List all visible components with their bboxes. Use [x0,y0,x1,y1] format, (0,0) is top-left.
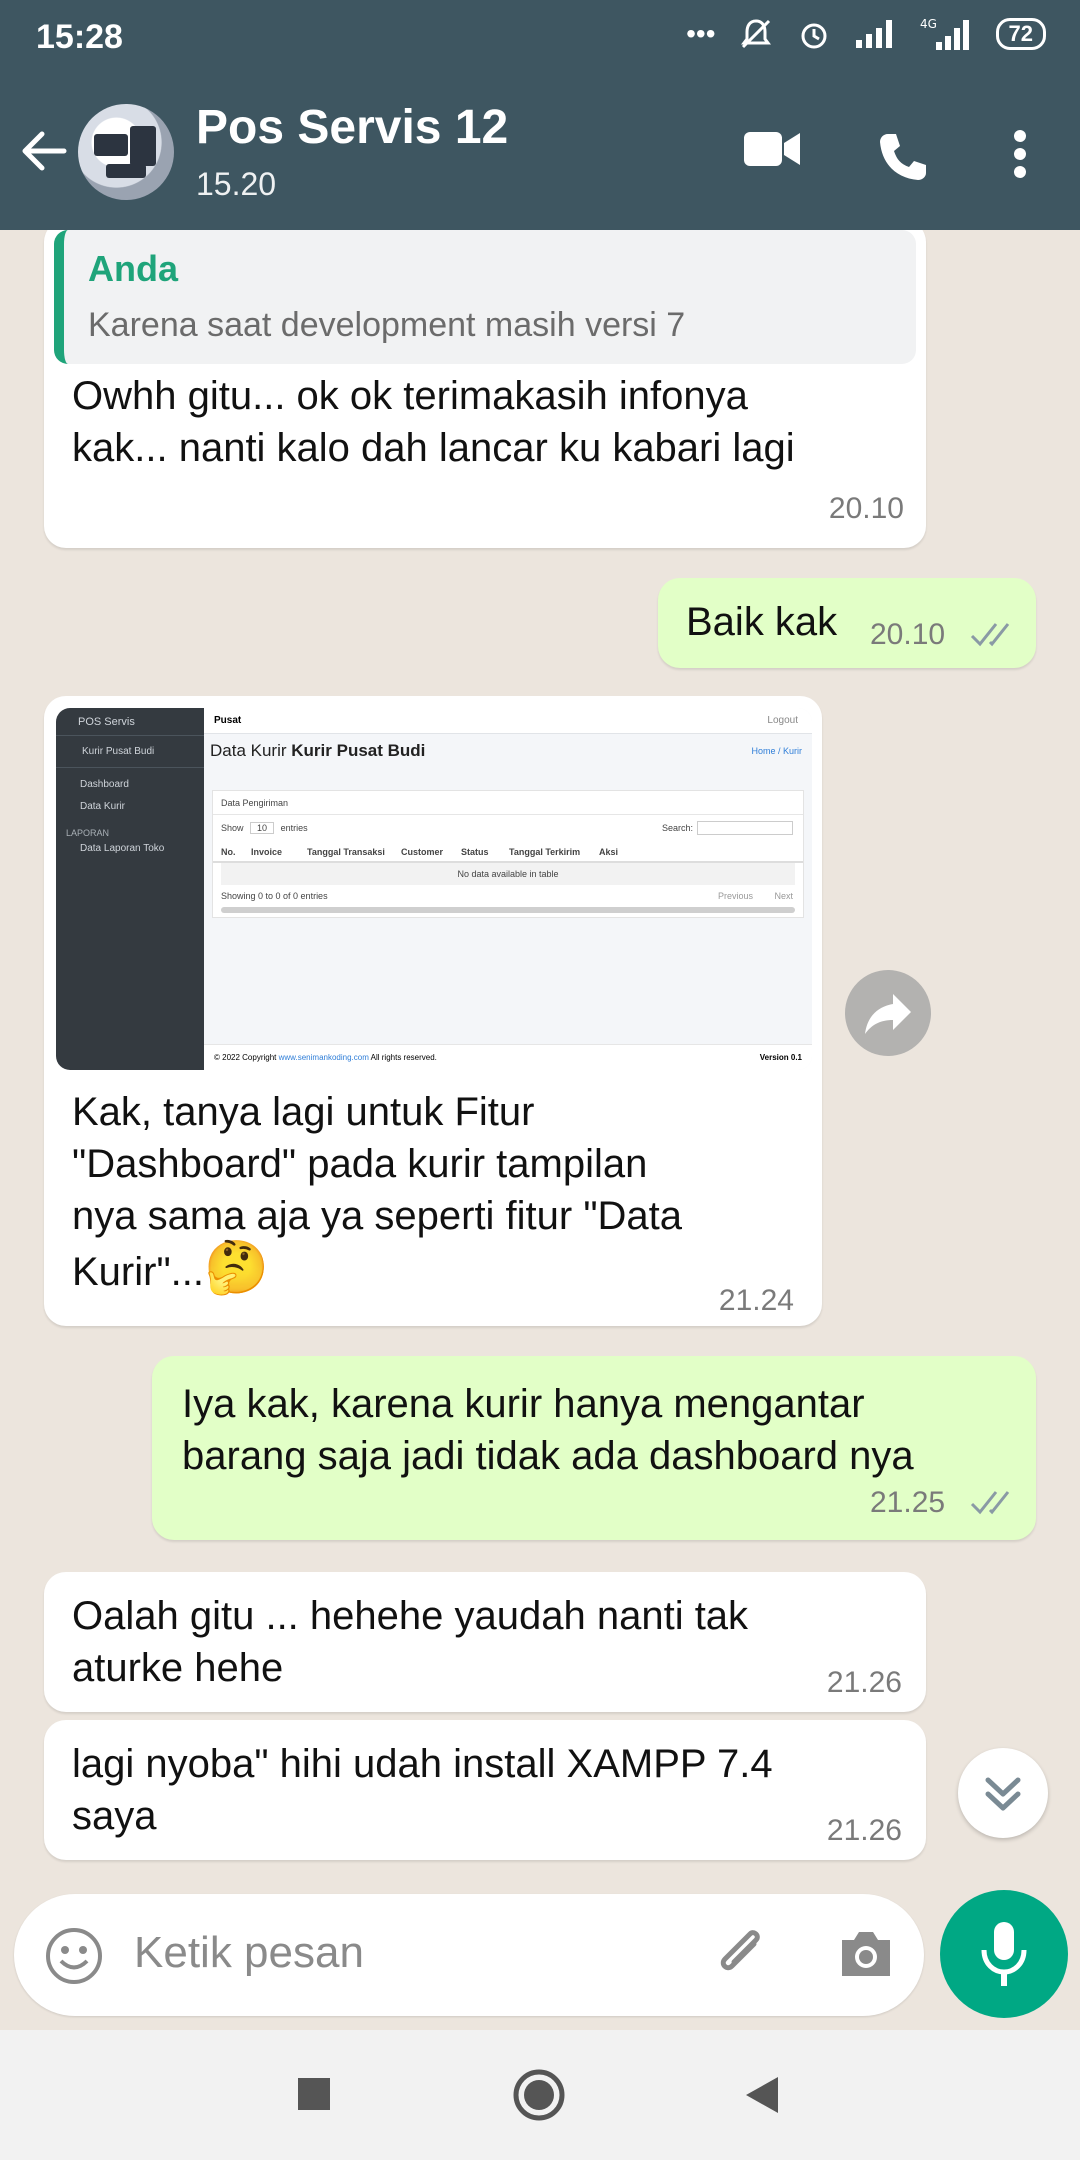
avatar[interactable] [78,104,174,200]
quote-author: Anda [88,248,178,289]
message-bubble-incoming[interactable]: lagi nyoba" hihi udah install XAMPP 7.4 … [44,1720,926,1860]
message-bubble-outgoing[interactable]: Baik kak 20.10 [658,578,1036,668]
video-call-icon[interactable] [742,126,802,172]
message-text: Kak, tanya lagi untuk Fitur "Dashboard" … [72,1090,683,1297]
preview-menu-item: Data Kurir [80,801,126,812]
preview-sidebar: POS Servis Kurir Pusat Budi Dashboard Da… [56,708,204,1070]
last-seen: 15.20 [196,166,277,202]
preview-report-item: Data Laporan Toko [80,843,165,854]
home-icon[interactable] [512,2068,566,2122]
message-input[interactable]: Ketik pesan [134,1928,364,1978]
image-attachment[interactable]: POS Servis Kurir Pusat Budi Dashboard Da… [56,708,812,1070]
more-options-icon[interactable] [1008,128,1032,180]
preview-main: Pusat Logout Data Kurir Kurir Pusat Budi… [204,708,812,1070]
message-text: Baik kak [686,600,838,644]
status-icons: ••• 4G 72 [686,16,1046,52]
message-text: lagi nyoba" hihi udah install XAMPP 7.4 … [72,1742,773,1838]
more-notifications-icon: ••• [686,18,716,49]
voice-message-button[interactable] [940,1890,1068,2018]
message-time: 21.25 [870,1486,946,1519]
message-bubble-incoming-image[interactable]: POS Servis Kurir Pusat Budi Dashboard Da… [44,696,822,1326]
battery-indicator: 72 [995,18,1046,50]
preview-menu-item: Dashboard [80,779,129,790]
scroll-to-bottom-button[interactable] [958,1748,1048,1838]
attach-icon[interactable] [712,1924,774,1986]
message-time: 20.10 [870,618,946,651]
preview-title: Data Kurir Kurir Pusat Budi Home / Kurir [210,741,802,760]
contact-name[interactable]: Pos Servis 12 [196,100,508,155]
alarm-icon [801,23,827,49]
mute-icon [740,19,771,49]
recents-icon[interactable] [296,2076,332,2112]
quoted-message[interactable]: Anda Karena saat development masih versi… [54,230,916,364]
message-time: 21.26 [826,1666,902,1699]
preview-section: LAPORAN [66,828,110,838]
message-time: 21.24 [718,1284,794,1317]
read-receipt-icon [970,623,1010,647]
voice-call-icon[interactable] [876,130,930,184]
message-text: Oalah gitu ... hehehe yaudah nanti tak a… [72,1594,749,1690]
chat-area[interactable]: Anda Karena saat development masih versi… [0,230,1080,1880]
forward-icon [865,994,911,1034]
message-text: Owhh gitu... ok ok terimakasih infonya k… [72,374,795,470]
svg-text:4G: 4G [920,17,937,31]
system-navigation-bar [0,2030,1080,2160]
app-header: 15:28 ••• 4G 72 Pos Servis 12 15.20 [0,0,1080,230]
back-arrow-icon[interactable] [18,125,70,177]
emoji-icon[interactable] [44,1926,104,1986]
preview-user: Kurir Pusat Budi [56,736,204,768]
status-time: 15:28 [36,18,123,56]
back-nav-icon[interactable] [742,2074,782,2116]
message-bubble-outgoing[interactable]: Iya kak, karena kurir hanya mengantar ba… [152,1356,1036,1540]
message-time: 21.26 [826,1814,902,1847]
message-bubble-incoming[interactable]: Oalah gitu ... hehehe yaudah nanti tak a… [44,1572,926,1712]
preview-brand: POS Servis [56,708,204,736]
message-text: Iya kak, karena kurir hanya mengantar ba… [182,1382,914,1478]
quote-text: Karena saat development masih versi 7 [88,306,686,344]
camera-icon[interactable] [836,1926,896,1982]
signal-4g-icon: 4G [920,17,969,50]
signal-icon [855,20,892,48]
thinking-emoji: 🤔 [204,1239,269,1297]
preview-table-card: Data Pengiriman Show 10 entries Search: … [212,790,804,918]
read-receipt-icon [970,1491,1010,1515]
forward-button[interactable] [845,970,931,1056]
preview-footer: © 2022 Copyright www.senimankoding.com A… [204,1044,812,1070]
microphone-icon [981,1922,1027,1986]
message-bubble-incoming[interactable]: Anda Karena saat development masih versi… [44,230,926,548]
preview-navbar: Pusat Logout [204,708,812,734]
message-composer[interactable]: Ketik pesan [14,1894,924,2016]
preview-table-header: No. Invoice Tanggal Transaksi Customer S… [213,841,803,863]
message-time: 20.10 [828,492,904,525]
chevron-double-down-icon [985,1777,1021,1811]
